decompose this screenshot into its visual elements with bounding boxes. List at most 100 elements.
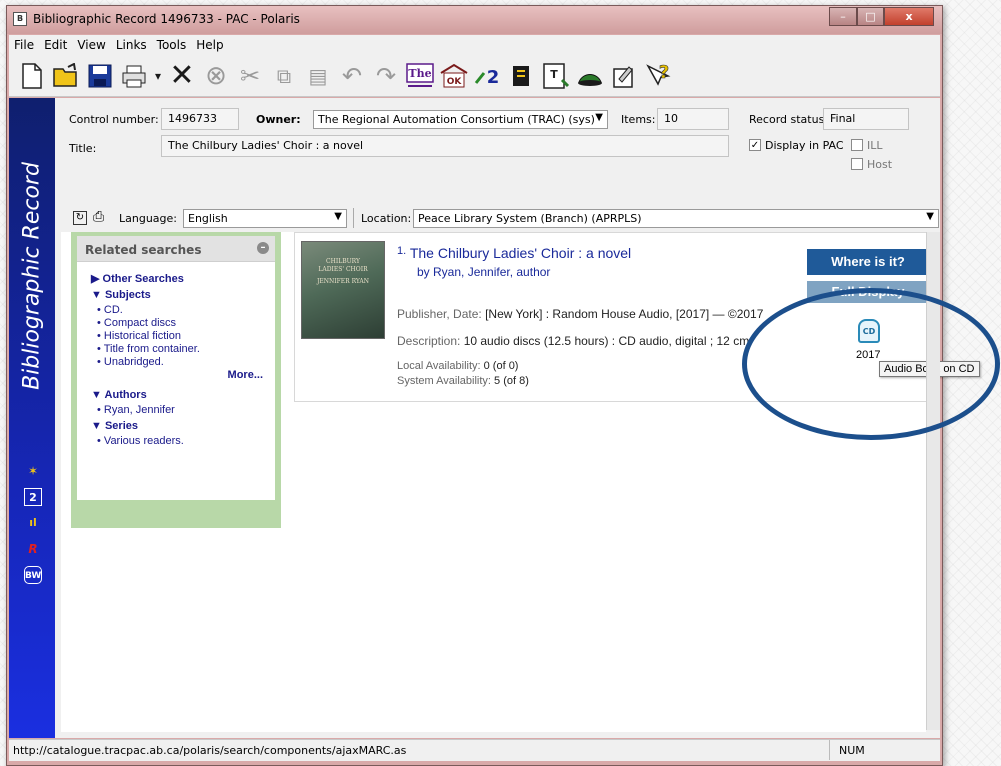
related-searches-panel: Related searches – ▶ Other Searches ▼ Su…: [71, 232, 281, 528]
result-author-link[interactable]: by Ryan, Jennifer, author: [417, 265, 550, 279]
related-searches-box: Related searches – ▶ Other Searches ▼ Su…: [77, 236, 275, 500]
record-status-field: Final: [823, 108, 909, 130]
owner-value: The Regional Automation Consortium (TRAC…: [318, 113, 595, 126]
properties-icon[interactable]: [607, 58, 641, 94]
ill-label: ILL: [867, 139, 883, 152]
subject-label: CD.: [103, 304, 123, 316]
author-link[interactable]: • Ryan, Jennifer: [97, 404, 271, 416]
display-pac-checkbox[interactable]: ✓: [749, 139, 761, 151]
series-heading[interactable]: ▼ Series: [91, 420, 271, 432]
language-dropdown-icon[interactable]: ▼: [334, 211, 342, 222]
status-divider: [829, 740, 830, 760]
language-bar: ↻ ⎙ Language: English ▼ Location: Peace …: [61, 208, 940, 230]
minimize-button[interactable]: –: [829, 7, 857, 26]
svg-text:?: ?: [659, 62, 669, 83]
description-row: Description: 10 audio discs (12.5 hours)…: [397, 334, 753, 348]
maximize-button[interactable]: □: [857, 7, 884, 26]
cover-image[interactable]: CHILBURY LADIES' CHOIR JENNIFER RYAN: [301, 241, 385, 339]
record-icon[interactable]: T: [539, 58, 573, 94]
bw-icon[interactable]: BW: [24, 566, 42, 584]
count-icon[interactable]: [505, 58, 539, 94]
wand-icon[interactable]: ✶: [24, 462, 42, 480]
menu-view[interactable]: View: [72, 35, 110, 55]
related-searches-body: ▶ Other Searches ▼ Subjects • CD. • Comp…: [91, 268, 271, 448]
delete-icon[interactable]: ✕: [165, 58, 199, 94]
local-availability-row: Local Availability: 0 (of 0): [397, 360, 518, 372]
r-tool-icon[interactable]: R: [24, 540, 42, 558]
result-title-link[interactable]: The Chilbury Ladies' Choir : a novel: [410, 245, 631, 261]
control-number-label: Control number:: [69, 113, 159, 126]
undo-icon[interactable]: ↶: [335, 58, 369, 94]
num-lock-indicator: NUM: [839, 744, 865, 757]
help-icon[interactable]: ?: [641, 58, 675, 94]
subject-link[interactable]: • Title from container.: [97, 343, 271, 355]
location-value: Peace Library System (Branch) (APRPLS): [418, 212, 642, 225]
more-link[interactable]: More...: [91, 369, 271, 381]
record-status-label: Record status:: [749, 113, 829, 126]
expand-down-icon: ▼: [91, 289, 102, 301]
owner-dropdown-icon[interactable]: ▼: [595, 112, 603, 123]
side-banner: Bibliographic Record ✶ 2 ıl R BW: [9, 98, 55, 738]
side-title-text: Bibliographic Record: [19, 162, 45, 390]
validate-icon[interactable]: OK: [437, 58, 471, 94]
toolbar: ▾ ✕ ⊗ ✂ ⧉ ▤ ↶ ↷ The OK 2 T ?: [9, 55, 940, 97]
menu-links[interactable]: Links: [111, 35, 152, 55]
link-tool-icon[interactable]: 2: [24, 488, 42, 506]
subject-label: Historical fiction: [103, 330, 181, 342]
new-icon[interactable]: [15, 58, 49, 94]
other-searches-label: Other Searches: [102, 273, 184, 285]
location-label: Location:: [361, 212, 412, 225]
menu-edit[interactable]: Edit: [39, 35, 72, 55]
print-dropdown-icon[interactable]: ▾: [151, 58, 165, 94]
series-item-label: Various readers.: [103, 435, 184, 447]
hat-icon[interactable]: [573, 58, 607, 94]
svg-text:OK: OK: [447, 77, 463, 87]
close-button[interactable]: x: [884, 7, 934, 26]
paste-icon[interactable]: ▤: [301, 58, 335, 94]
ill-checkbox[interactable]: [851, 139, 863, 151]
subject-link[interactable]: • CD.: [97, 304, 271, 316]
subject-link[interactable]: • Historical fiction: [97, 330, 271, 342]
redo-icon[interactable]: ↷: [369, 58, 403, 94]
collapse-icon[interactable]: –: [257, 242, 269, 254]
expand-down-icon: ▼: [91, 389, 102, 401]
system-availability-label: System Availability:: [397, 375, 495, 387]
svg-text:T: T: [550, 68, 558, 81]
location-select[interactable]: Peace Library System (Branch) (APRPLS) ▼: [413, 209, 939, 228]
cut-icon[interactable]: ✂: [233, 58, 267, 94]
owner-select[interactable]: The Regional Automation Consortium (TRAC…: [313, 110, 608, 129]
title-label: Title:: [69, 142, 97, 155]
subjects-heading[interactable]: ▼ Subjects: [91, 289, 271, 301]
copy-icon[interactable]: ⧉: [267, 58, 301, 94]
cancel-icon[interactable]: ⊗: [199, 58, 233, 94]
menu-help[interactable]: Help: [191, 35, 228, 55]
where-is-it-button[interactable]: Where is it?: [807, 249, 929, 275]
save-icon[interactable]: [83, 58, 117, 94]
link-icon[interactable]: 2: [471, 58, 505, 94]
subjects-label: Subjects: [104, 289, 151, 301]
open-icon[interactable]: [49, 58, 83, 94]
location-dropdown-icon[interactable]: ▼: [926, 211, 934, 222]
print-icon[interactable]: [117, 58, 151, 94]
host-checkbox[interactable]: [851, 158, 863, 170]
subject-label: Compact discs: [103, 317, 177, 329]
local-availability-value: 0 (of 0): [483, 360, 519, 372]
subject-link[interactable]: • Compact discs: [97, 317, 271, 329]
host-label: Host: [867, 158, 893, 171]
bar-chart-icon[interactable]: ıl: [24, 514, 42, 532]
menu-file[interactable]: File: [9, 35, 39, 55]
title-field: The Chilbury Ladies' Choir : a novel: [161, 135, 729, 157]
subject-link[interactable]: • Unabridged.: [97, 356, 271, 368]
print-small-icon[interactable]: ⎙: [93, 209, 104, 225]
language-select[interactable]: English ▼: [183, 209, 347, 228]
description-label: Description:: [397, 334, 464, 348]
menu-tools[interactable]: Tools: [152, 35, 192, 55]
highlight-circle: [742, 288, 1000, 440]
refresh-icon[interactable]: ↻: [73, 211, 87, 225]
publisher-label: Publisher, Date:: [397, 307, 486, 321]
other-searches-link[interactable]: ▶ Other Searches: [91, 272, 271, 285]
expand-down-icon: ▼: [91, 420, 102, 432]
series-link[interactable]: • Various readers.: [97, 435, 271, 447]
thesaurus-icon[interactable]: The: [403, 58, 437, 94]
authors-heading[interactable]: ▼ Authors: [91, 389, 271, 401]
